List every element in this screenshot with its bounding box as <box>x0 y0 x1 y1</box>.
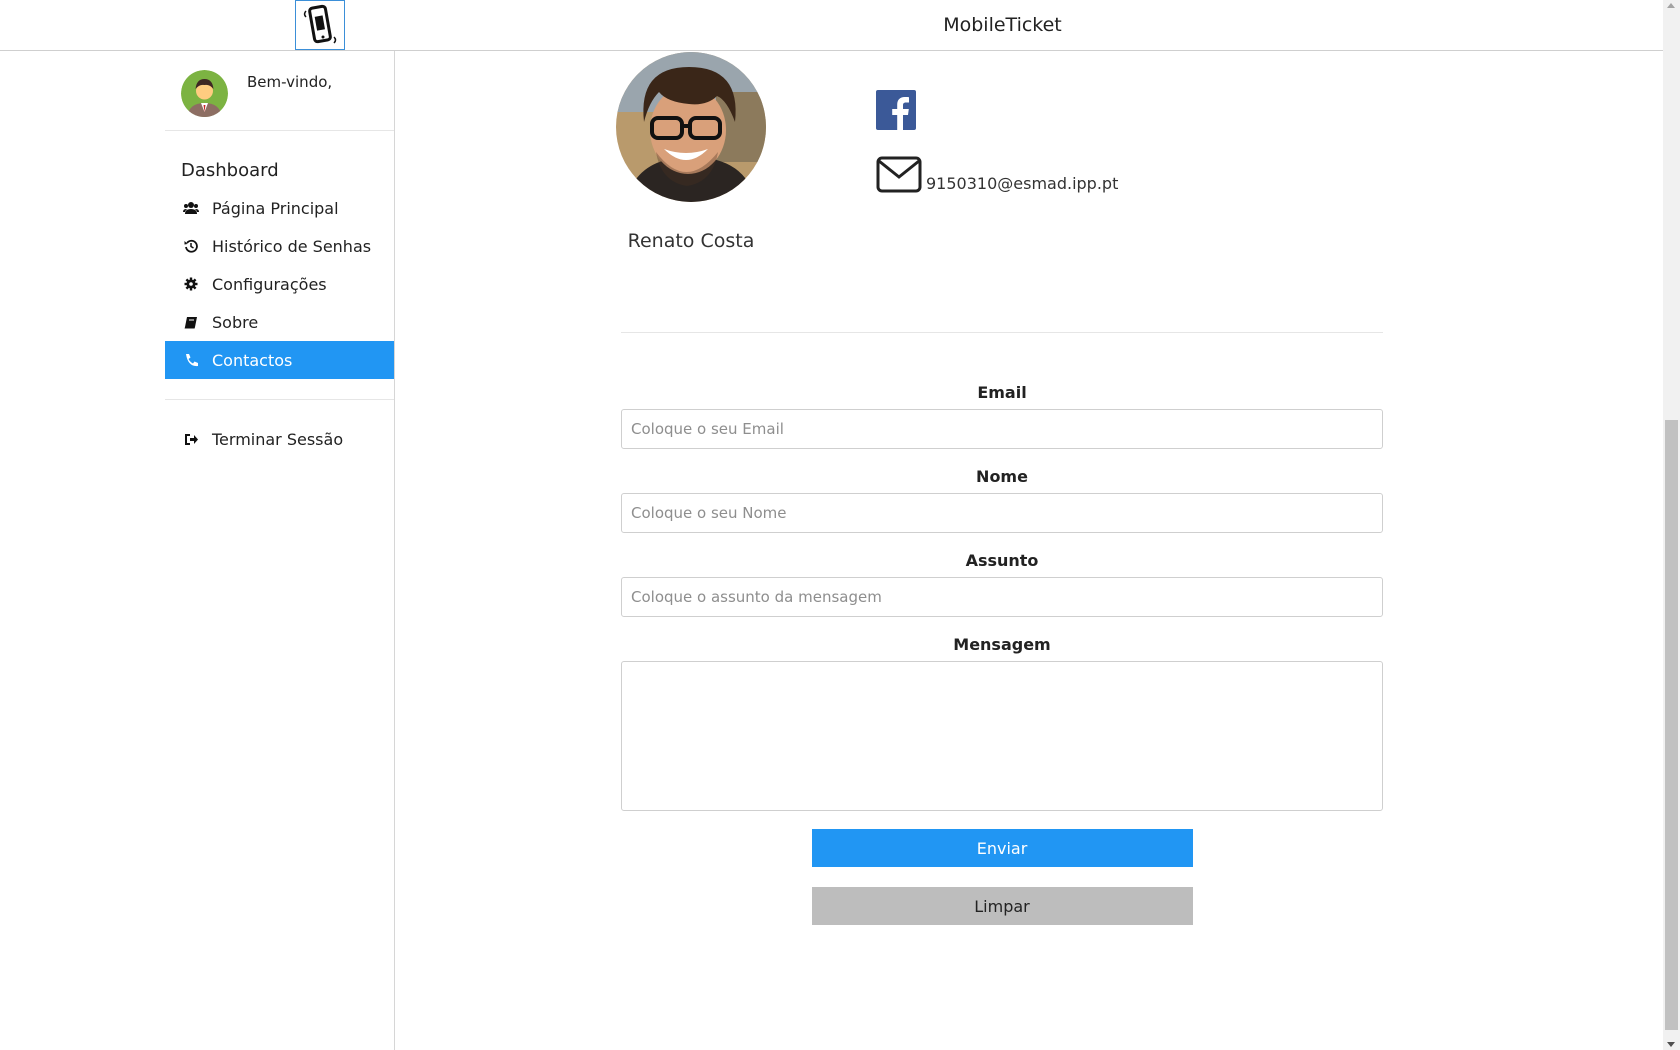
scroll-up-arrow-icon[interactable] <box>1667 3 1675 8</box>
profile-photo <box>616 52 766 202</box>
top-bar: MobileTicket <box>0 0 1663 51</box>
user-block: Bem-vindo, <box>165 51 394 131</box>
message-textarea[interactable] <box>621 661 1383 811</box>
sidebar-divider <box>165 399 394 400</box>
book-icon <box>183 314 199 330</box>
name-input[interactable] <box>621 493 1383 533</box>
sidebar-nav: Página Principal Histórico de Senhas Con… <box>165 189 394 379</box>
app-title: MobileTicket <box>943 14 1062 36</box>
dashboard-title: Dashboard <box>181 160 279 181</box>
email-group: Email <box>621 383 1383 449</box>
history-icon <box>183 238 199 254</box>
sidebar-item-configuracoes[interactable]: Configurações <box>165 265 394 303</box>
sign-out-icon <box>183 431 199 447</box>
mobile-phone-icon <box>303 4 337 44</box>
app-logo[interactable] <box>295 0 345 50</box>
name-group: Nome <box>621 467 1383 533</box>
gear-icon <box>183 276 199 292</box>
name-label: Nome <box>976 467 1028 486</box>
clear-button[interactable]: Limpar <box>811 887 1193 925</box>
sidebar-item-label: Configurações <box>212 274 327 294</box>
sidebar-item-label: Sobre <box>212 312 259 332</box>
welcome-text: Bem-vindo, <box>247 73 333 91</box>
sidebar: Bem-vindo, Dashboard Página Principal Hi… <box>165 51 395 1050</box>
scroll-down-arrow-icon[interactable] <box>1667 1042 1675 1047</box>
facebook-icon[interactable] <box>876 90 916 130</box>
contact-form: Email Nome Assunto Mensagem Enviar Limpa… <box>621 383 1383 925</box>
sidebar-item-label: Página Principal <box>212 198 339 218</box>
sidebar-item-label: Contactos <box>212 350 293 370</box>
sidebar-item-label: Histórico de Senhas <box>212 236 372 256</box>
logout-button[interactable]: Terminar Sessão <box>165 420 394 458</box>
send-button[interactable]: Enviar <box>811 829 1193 867</box>
logout-label: Terminar Sessão <box>212 429 344 449</box>
message-label: Mensagem <box>953 635 1051 654</box>
profile-name: Renato Costa <box>627 230 755 252</box>
email-label: Email <box>977 383 1027 402</box>
subject-group: Assunto <box>621 551 1383 617</box>
sidebar-item-contactos[interactable]: Contactos <box>165 341 394 379</box>
scroll-thumb[interactable] <box>1665 420 1678 1030</box>
sidebar-item-sobre[interactable]: Sobre <box>165 303 394 341</box>
sidebar-item-pagina-principal[interactable]: Página Principal <box>165 189 394 227</box>
message-group: Mensagem <box>621 635 1383 815</box>
envelope-icon[interactable] <box>876 156 922 193</box>
phone-icon <box>183 352 199 368</box>
subject-input[interactable] <box>621 577 1383 617</box>
email-input[interactable] <box>621 409 1383 449</box>
section-divider <box>621 332 1383 333</box>
page-scrollbar[interactable] <box>1663 0 1680 1050</box>
contact-email: 9150310@esmad.ipp.pt <box>926 174 1119 193</box>
subject-label: Assunto <box>965 551 1039 570</box>
user-avatar[interactable] <box>181 70 228 117</box>
users-icon <box>183 200 199 216</box>
sidebar-item-historico-de-senhas[interactable]: Histórico de Senhas <box>165 227 394 265</box>
